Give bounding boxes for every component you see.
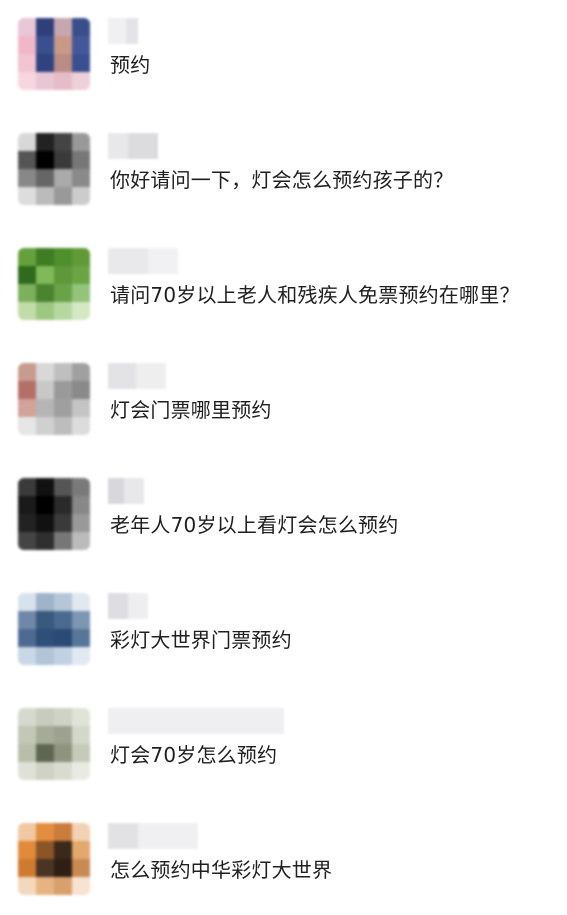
comment-item: 老年人70岁以上看灯会怎么预约 <box>0 460 567 570</box>
user-name-blurred[interactable] <box>108 593 148 619</box>
comment-item: 灯会70岁怎么预约 <box>0 690 567 800</box>
user-name-blurred[interactable] <box>108 133 158 159</box>
comment-item: 怎么预约中华彩灯大世界 <box>0 805 567 915</box>
user-name-blurred[interactable] <box>108 823 198 849</box>
comment-text: 灯会门票哪里预约 <box>110 398 272 422</box>
comment-text: 请问70岁以上老人和残疾人免票预约在哪里？ <box>110 283 520 307</box>
user-name-blurred[interactable] <box>108 708 284 734</box>
comment-text: 老年人70岁以上看灯会怎么预约 <box>110 513 399 537</box>
avatar[interactable] <box>18 133 90 205</box>
user-name-blurred[interactable] <box>108 248 178 274</box>
avatar[interactable] <box>18 248 90 320</box>
comment-item: 灯会门票哪里预约 <box>0 345 567 455</box>
avatar[interactable] <box>18 593 90 665</box>
avatar[interactable] <box>18 478 90 550</box>
comment-item: 预约 <box>0 0 567 110</box>
comment-text: 预约 <box>110 53 151 77</box>
avatar[interactable] <box>18 18 90 90</box>
comment-text: 灯会70岁怎么预约 <box>110 743 278 767</box>
comment-item: 请问70岁以上老人和残疾人免票预约在哪里？ <box>0 230 567 340</box>
avatar[interactable] <box>18 823 90 895</box>
comment-item: 彩灯大世界门票预约 <box>0 575 567 685</box>
comment-text: 彩灯大世界门票预约 <box>110 628 292 652</box>
user-name-blurred[interactable] <box>108 18 138 44</box>
user-name-blurred[interactable] <box>108 363 166 389</box>
user-name-blurred[interactable] <box>108 478 144 504</box>
avatar[interactable] <box>18 363 90 435</box>
comment-text: 你好请问一下，灯会怎么预约孩子的？ <box>110 168 454 192</box>
avatar[interactable] <box>18 708 90 780</box>
comment-text: 怎么预约中华彩灯大世界 <box>110 858 333 882</box>
comment-item: 你好请问一下，灯会怎么预约孩子的？ <box>0 115 567 225</box>
